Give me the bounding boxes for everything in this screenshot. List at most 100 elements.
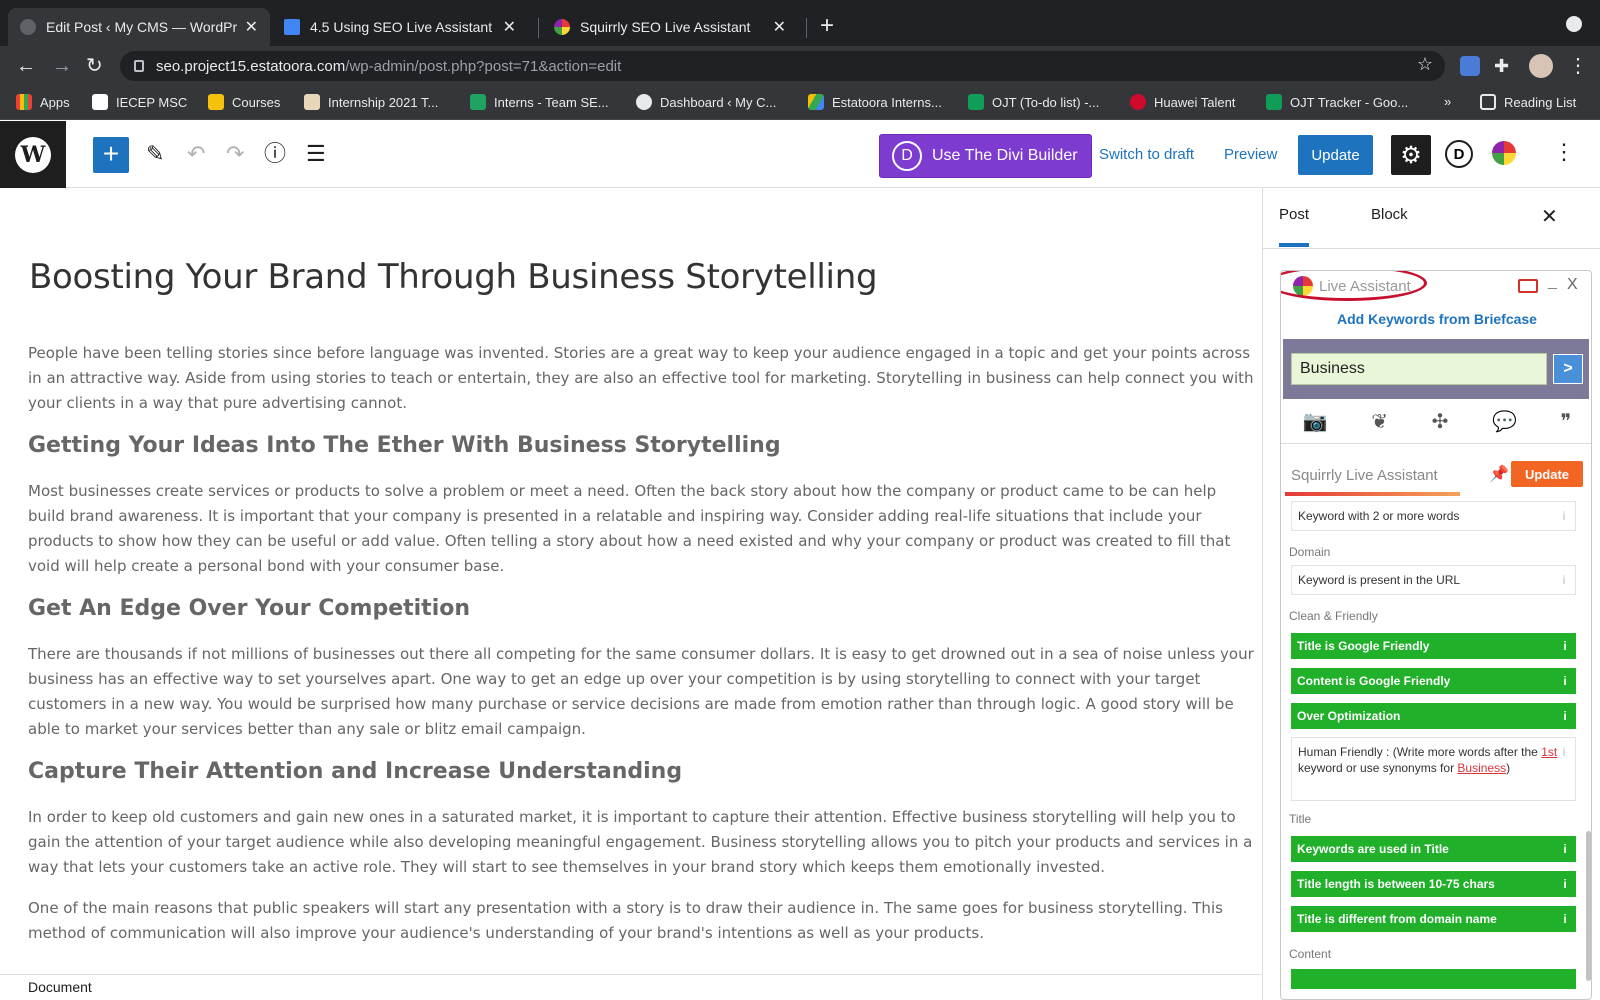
paragraph-block[interactable]: One of the main reasons that public spea…	[28, 896, 1256, 946]
check-row-passed[interactable]: Content is Google Friendly i	[1291, 668, 1576, 694]
classroom-icon	[208, 94, 224, 110]
info-icon[interactable]: i	[1560, 842, 1570, 856]
paragraph-block[interactable]: In order to keep old customers and gain …	[28, 805, 1256, 880]
list-view-icon[interactable]: ☰	[306, 141, 326, 167]
camera-icon[interactable]: 📷	[1303, 409, 1328, 434]
panel-scrollbar[interactable]	[1586, 831, 1591, 981]
bookmarks-overflow[interactable]: »	[1444, 94, 1451, 109]
check-row-passed[interactable]: Keywords are used in Title i	[1291, 836, 1576, 862]
new-tab-button[interactable]: +	[820, 14, 834, 38]
forward-arrow-icon[interactable]: →	[52, 54, 72, 78]
paragraph-block[interactable]: There are thousands if not millions of b…	[28, 642, 1256, 742]
close-sidebar-icon[interactable]: ✕	[1541, 204, 1558, 229]
bookmark-ojt-todo[interactable]: OJT (To-do list) -...	[968, 94, 1099, 110]
url-bar[interactable]: seo.project15.estatoora.com /wp-admin/po…	[120, 51, 1445, 81]
block-breadcrumb[interactable]: Document	[0, 974, 1262, 1000]
bookmark-huawei[interactable]: Huawei Talent	[1130, 94, 1235, 110]
info-icon[interactable]: i	[1560, 709, 1570, 723]
minimize-button[interactable]: _	[1548, 273, 1557, 291]
bookmark-iecep[interactable]: IECEP MSC	[92, 94, 187, 110]
squirrly-assistant-title: Squirrly Live Assistant	[1291, 467, 1438, 484]
add-block-button[interactable]: +	[93, 137, 129, 173]
tab-squirrly[interactable]: Squirrly SEO Live Assistant ✕	[542, 8, 798, 46]
more-options-icon[interactable]: ⋮	[1553, 139, 1575, 165]
assistant-update-button[interactable]: Update	[1511, 461, 1583, 487]
briefcase-icon[interactable]	[1518, 279, 1538, 293]
wordpress-logo[interactable]: W	[0, 121, 66, 188]
redo-icon[interactable]: ↷	[226, 141, 244, 167]
bookmarks-bar: Apps IECEP MSC Courses Internship 2021 T…	[0, 86, 1600, 120]
divi-d-icon[interactable]: D	[1445, 140, 1473, 168]
update-button[interactable]: Update	[1298, 135, 1373, 175]
check-text: Human Friendly : (Write more words after…	[1298, 745, 1542, 759]
chat-bubbles-icon[interactable]: 💬	[1492, 409, 1517, 434]
keyword-input[interactable]: Business	[1291, 353, 1547, 385]
check-row[interactable]: Human Friendly : (Write more words after…	[1291, 737, 1576, 801]
keyword-go-button[interactable]: >	[1553, 354, 1583, 384]
settings-gear-icon[interactable]: ⚙	[1391, 135, 1431, 175]
heading-block[interactable]: Get An Edge Over Your Competition	[28, 596, 470, 621]
tab-seo-doc[interactable]: 4.5 Using SEO Live Assistant - ✕	[272, 8, 528, 46]
bookmark-internship[interactable]: Internship 2021 T...	[304, 94, 438, 110]
bookmark-apps[interactable]: Apps	[16, 94, 70, 110]
info-icon[interactable]: i	[1560, 674, 1570, 688]
close-tab-icon[interactable]: ✕	[245, 17, 258, 37]
check-row-passed[interactable]: Title is different from domain name i	[1291, 906, 1576, 932]
browser-menu-icon[interactable]: ⋮	[1568, 54, 1588, 78]
info-icon[interactable]: i	[1559, 744, 1569, 760]
switch-to-draft-button[interactable]: Switch to draft	[1099, 146, 1194, 163]
check-row[interactable]: Keyword is present in the URL i	[1291, 565, 1576, 595]
bookmark-courses[interactable]: Courses	[208, 94, 280, 110]
tab-post[interactable]: Post	[1279, 206, 1310, 247]
squirrly-toolbar-icon[interactable]	[1492, 141, 1516, 165]
back-arrow-icon[interactable]: ←	[16, 54, 36, 78]
check-row-passed[interactable]: Title length is between 10-75 chars i	[1291, 871, 1576, 897]
wikipedia-puzzle-icon[interactable]: ✣	[1432, 409, 1449, 434]
pin-icon[interactable]: 📌	[1489, 464, 1509, 484]
info-icon[interactable]: ⓘ	[264, 141, 286, 167]
check-row-passed[interactable]: Over Optimization i	[1291, 703, 1576, 729]
tab-edit-post[interactable]: Edit Post ‹ My CMS — WordPre ✕	[8, 8, 270, 46]
close-tab-icon[interactable]: ✕	[773, 17, 786, 37]
extension-icon[interactable]	[1460, 56, 1480, 76]
check-row-passed[interactable]	[1291, 969, 1576, 989]
twitter-bird-icon[interactable]: ❦	[1371, 409, 1388, 434]
tab-block[interactable]: Block	[1371, 206, 1408, 223]
live-assistant-header[interactable]: Live Assistant _ X	[1281, 271, 1591, 301]
heading-block[interactable]: Capture Their Attention and Increase Und…	[28, 759, 682, 784]
bookmark-ojt-tracker[interactable]: OJT Tracker - Goo...	[1266, 94, 1408, 110]
check-row-passed[interactable]: Title is Google Friendly i	[1291, 633, 1576, 659]
info-icon[interactable]: i	[1560, 877, 1570, 891]
undo-icon[interactable]: ↶	[187, 141, 205, 167]
bookmark-reading-list[interactable]: Reading List	[1480, 94, 1576, 110]
post-title[interactable]: Boosting Your Brand Through Business Sto…	[29, 257, 878, 297]
info-icon[interactable]: i	[1560, 639, 1570, 653]
tab-search-icon[interactable]	[1566, 16, 1582, 32]
edit-tools-icon[interactable]: ✎	[146, 141, 164, 167]
bookmark-label: Dashboard ‹ My C...	[660, 94, 777, 110]
info-icon[interactable]: i	[1560, 912, 1570, 926]
close-panel-button[interactable]: X	[1567, 276, 1578, 294]
bookmark-label: OJT Tracker - Goo...	[1290, 94, 1409, 110]
reload-icon[interactable]: ↻	[86, 54, 103, 78]
bookmark-dashboard[interactable]: Dashboard ‹ My C...	[636, 94, 776, 110]
close-tab-icon[interactable]: ✕	[503, 17, 516, 37]
bookmark-estatoora[interactable]: Estatoora Interns...	[808, 94, 942, 110]
divi-builder-button[interactable]: D Use The Divi Builder	[879, 134, 1092, 178]
paragraph-block[interactable]: People have been telling stories since b…	[28, 341, 1256, 416]
info-icon[interactable]: i	[1559, 573, 1569, 587]
keyword-link[interactable]: 1st	[1541, 745, 1557, 759]
puzzle-extensions-icon[interactable]: ✚	[1494, 54, 1509, 78]
heading-block[interactable]: Getting Your Ideas Into The Ether With B…	[28, 433, 781, 458]
drive-icon	[808, 94, 824, 110]
bookmark-star-icon[interactable]: ☆	[1417, 54, 1433, 75]
keyword-link[interactable]: Business	[1457, 761, 1506, 775]
add-keywords-link[interactable]: Add Keywords from Briefcase	[1281, 311, 1591, 327]
quote-icon[interactable]: ❞	[1560, 409, 1571, 434]
preview-button[interactable]: Preview	[1224, 146, 1277, 163]
info-icon[interactable]: i	[1559, 509, 1569, 523]
check-row[interactable]: Keyword with 2 or more words i	[1291, 501, 1576, 531]
bookmark-interns[interactable]: Interns - Team SE...	[470, 94, 609, 110]
paragraph-block[interactable]: Most businesses create services or produ…	[28, 479, 1256, 579]
profile-avatar[interactable]	[1529, 54, 1553, 78]
